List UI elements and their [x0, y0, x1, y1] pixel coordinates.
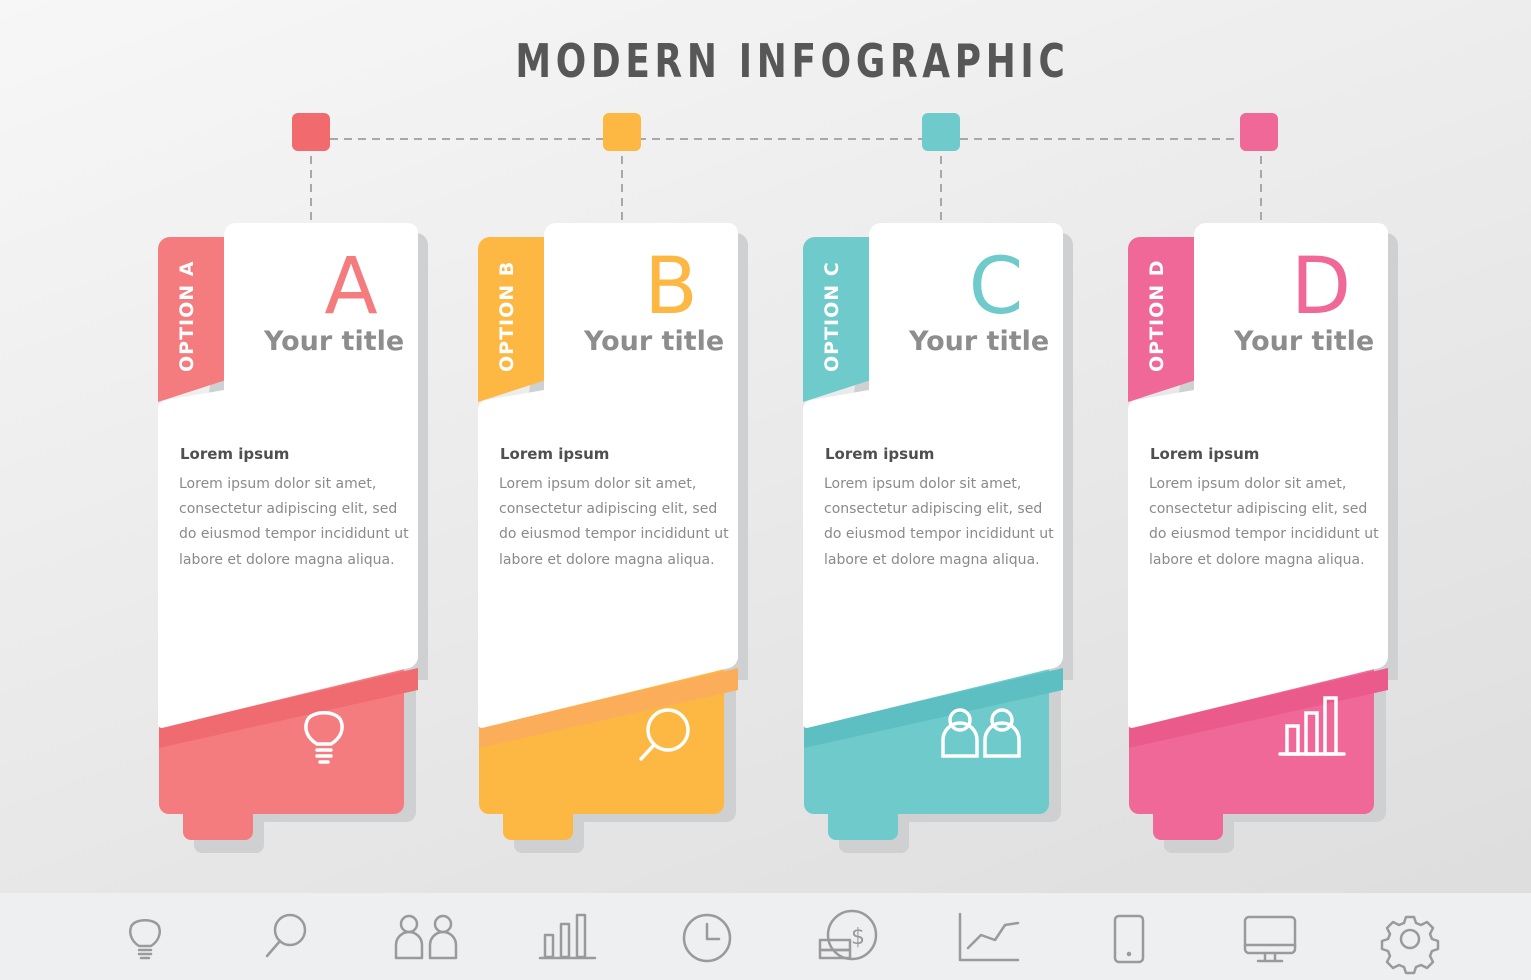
option-tab-label: OPTION A: [176, 260, 198, 372]
option-tab-label: OPTION B: [496, 260, 518, 372]
card-title: Your title: [1234, 326, 1375, 357]
card-body-heading: Lorem ipsum: [500, 445, 610, 463]
option-card-c[interactable]: OPTION C C Your title Lorem ipsum Lorem …: [791, 0, 1091, 900]
card-body-text: Lorem ipsum dolor sit amet, consectetur …: [1149, 476, 1379, 568]
card-body-text: Lorem ipsum dolor sit amet, consectetur …: [824, 476, 1054, 568]
icon-strip: [0, 893, 1531, 980]
option-letter: A: [324, 242, 378, 332]
card-title: Your title: [909, 326, 1050, 357]
card-body-heading: Lorem ipsum: [1150, 445, 1260, 463]
card-shape: [802, 223, 1073, 853]
option-letter: D: [1290, 242, 1352, 332]
card-shape: [157, 223, 428, 853]
option-card-b[interactable]: OPTION B B Your title Lorem ipsum Lorem …: [466, 0, 766, 900]
option-card-a[interactable]: OPTION A A Your title Lorem ipsum Lorem …: [146, 0, 446, 900]
option-letter: C: [968, 242, 1024, 332]
card-body-heading: Lorem ipsum: [180, 445, 290, 463]
option-tab-label: OPTION D: [1146, 259, 1168, 372]
card-body-heading: Lorem ipsum: [825, 445, 935, 463]
card-shape: [1127, 223, 1398, 853]
card-body-text: Lorem ipsum dolor sit amet, consectetur …: [499, 476, 729, 568]
card-title: Your title: [264, 326, 405, 357]
card-title: Your title: [584, 326, 725, 357]
option-tab-label: OPTION C: [821, 261, 843, 372]
option-letter: B: [644, 242, 698, 332]
card-shape: [477, 223, 748, 853]
option-card-d[interactable]: OPTION D D Your title Lorem ipsum Lorem …: [1116, 0, 1416, 900]
card-body-text: Lorem ipsum dolor sit amet, consectetur …: [179, 476, 409, 568]
